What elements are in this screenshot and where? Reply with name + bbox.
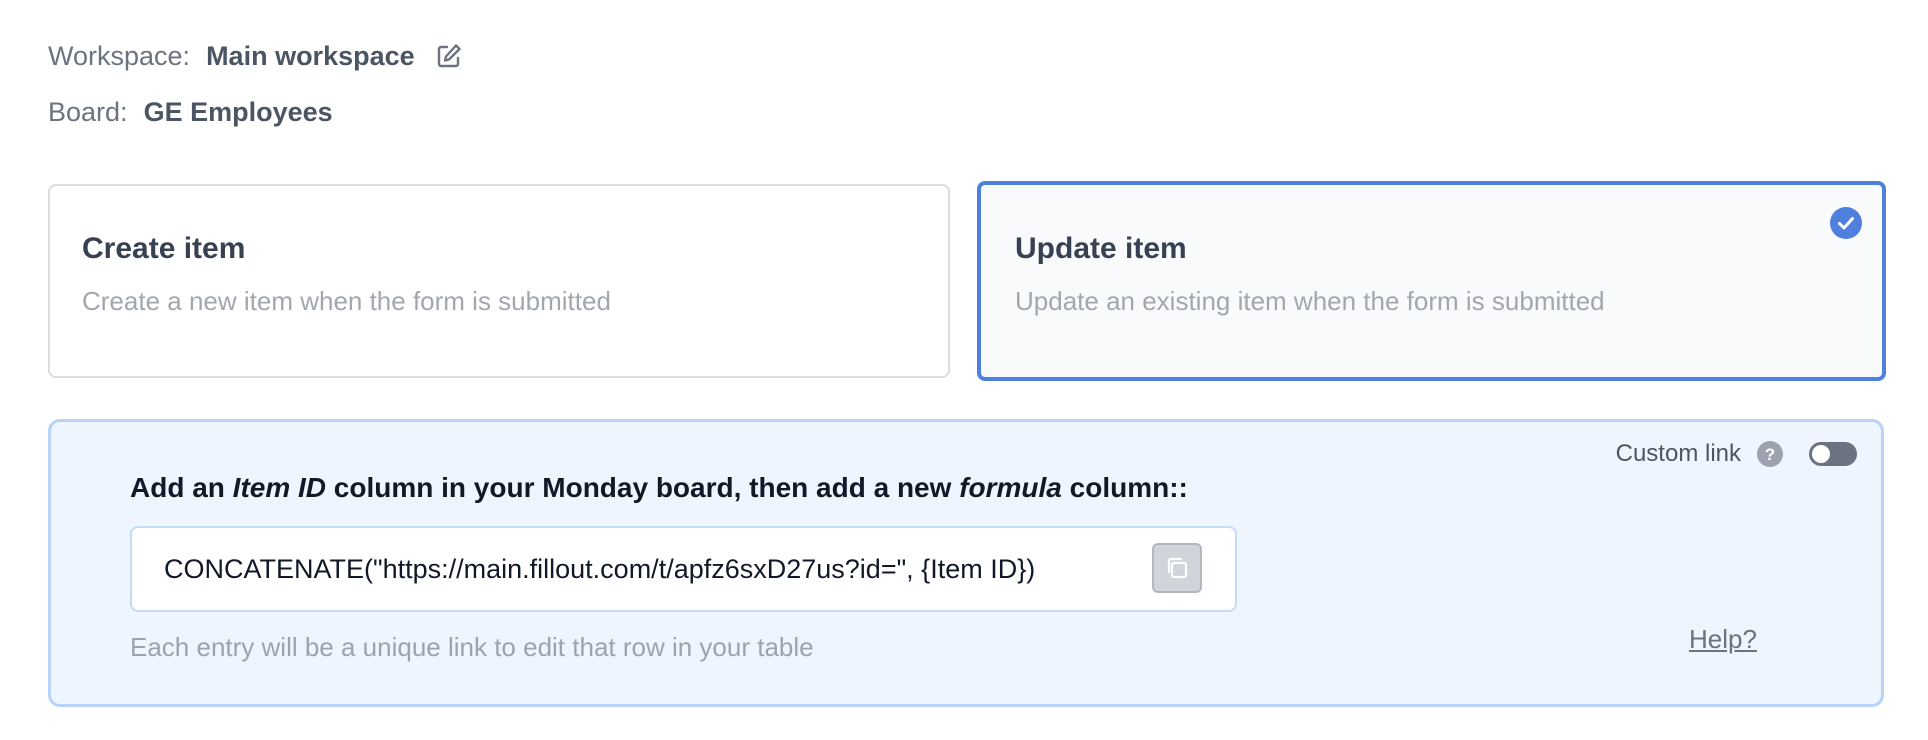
board-label: Board: [48, 96, 128, 127]
workspace-name: Main workspace [206, 40, 415, 71]
workspace-label: Workspace: [48, 40, 191, 71]
create-item-title: Create item [82, 232, 246, 265]
board-row: Board: GE Employees [48, 94, 333, 130]
update-item-option[interactable]: Update item Update an existing item when… [977, 181, 1886, 381]
instruction-panel: Custom link ? Add an Item ID column in y… [48, 419, 1884, 707]
copy-icon [1167, 557, 1188, 579]
help-link[interactable]: Help? [1689, 624, 1757, 655]
board-name: GE Employees [143, 96, 333, 127]
custom-link-control: Custom link ? [1616, 440, 1857, 468]
footnote-text: Each entry will be a unique link to edit… [130, 632, 814, 662]
copy-button[interactable] [1152, 543, 1202, 593]
check-circle-icon [1830, 207, 1862, 239]
create-item-description: Create a new item when the form is submi… [82, 286, 611, 316]
question-circle-icon[interactable]: ? [1757, 441, 1783, 467]
update-item-description: Update an existing item when the form is… [1015, 286, 1605, 316]
toggle-knob [1812, 445, 1830, 463]
formula-text: CONCATENATE("https://main.fillout.com/t/… [164, 554, 1036, 584]
update-item-title: Update item [1015, 232, 1187, 265]
instruction-text: Add an Item ID column in your Monday boa… [130, 472, 1188, 503]
svg-text:?: ? [1765, 445, 1775, 464]
custom-link-label: Custom link [1615, 440, 1741, 467]
custom-link-toggle[interactable] [1809, 442, 1857, 466]
workspace-row: Workspace: Main workspace [48, 38, 463, 74]
formula-emphasis: formula [959, 472, 1062, 503]
formula-box: CONCATENATE("https://main.fillout.com/t/… [130, 526, 1237, 612]
item-id-emphasis: Item ID [232, 472, 327, 503]
edit-icon[interactable] [435, 42, 463, 70]
create-item-option[interactable]: Create item Create a new item when the f… [48, 184, 950, 378]
